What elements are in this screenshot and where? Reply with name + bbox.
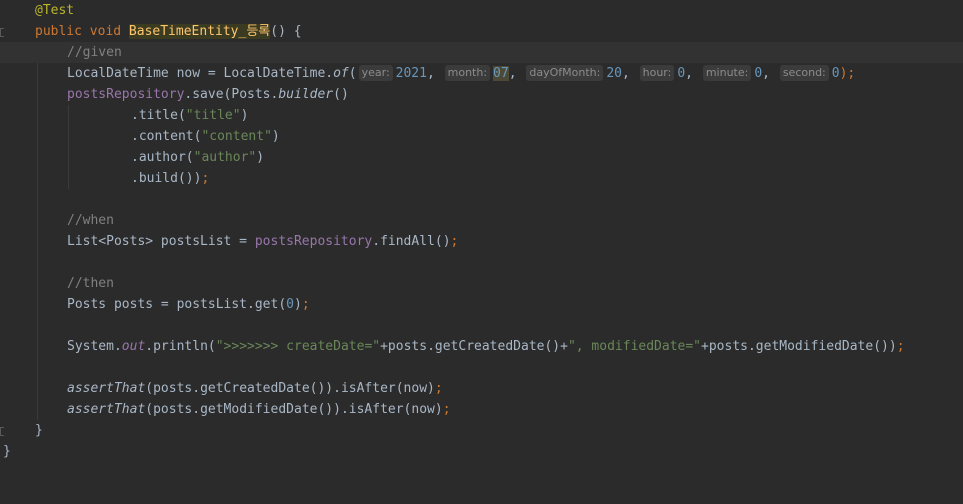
code-line[interactable]: } bbox=[0, 441, 963, 462]
code-line[interactable]: .content("content") bbox=[0, 126, 963, 147]
code-line[interactable]: .title("title") bbox=[0, 105, 963, 126]
keyword: public void bbox=[35, 24, 129, 39]
param-hint-second: second: bbox=[779, 65, 829, 81]
code-line[interactable]: postsRepository.save(Posts.builder() bbox=[0, 84, 963, 105]
code-line[interactable]: } bbox=[0, 420, 963, 441]
code-line[interactable]: public void BaseTimeEntity_등록() { bbox=[0, 21, 963, 42]
code-line[interactable]: assertThat(posts.getModifiedDate()).isAf… bbox=[0, 399, 963, 420]
method-name: BaseTimeEntity_등록 bbox=[128, 24, 271, 39]
code-line[interactable]: assertThat(posts.getCreatedDate()).isAft… bbox=[0, 378, 963, 399]
fold-marker-icon[interactable] bbox=[0, 28, 4, 37]
code-line[interactable]: Posts posts = postsList.get(0); bbox=[0, 294, 963, 315]
fold-marker-icon[interactable] bbox=[0, 427, 4, 436]
code-line[interactable]: .build()); bbox=[0, 168, 963, 189]
param-hint-minute: minute: bbox=[702, 65, 752, 81]
code-line[interactable]: @Test bbox=[0, 0, 963, 21]
comment-given: //given bbox=[67, 45, 122, 60]
code-line[interactable]: System.out.println(">>>>>>> createDate="… bbox=[0, 336, 963, 357]
code-line[interactable]: .author("author") bbox=[0, 147, 963, 168]
code-editor[interactable]: @Test public void BaseTimeEntity_등록() { … bbox=[0, 0, 963, 477]
param-hint-hour: hour: bbox=[639, 65, 675, 81]
param-hint-day: dayOfMonth: bbox=[526, 65, 604, 81]
code-line[interactable]: //then bbox=[0, 273, 963, 294]
closing-brace: } bbox=[3, 444, 11, 459]
code-line[interactable]: List<Posts> postsList = postsRepository.… bbox=[0, 231, 963, 252]
param-hint-month: month: bbox=[444, 65, 491, 81]
code-line[interactable]: //when bbox=[0, 210, 963, 231]
comment-when: //when bbox=[67, 213, 114, 228]
closing-brace: } bbox=[35, 423, 43, 438]
annotation-test: @Test bbox=[35, 3, 75, 18]
code-line[interactable]: LocalDateTime now = LocalDateTime.of(yea… bbox=[0, 63, 963, 84]
comment-then: //then bbox=[67, 276, 114, 291]
param-hint-year: year: bbox=[358, 65, 393, 81]
code-line-current[interactable]: //given bbox=[0, 42, 963, 63]
